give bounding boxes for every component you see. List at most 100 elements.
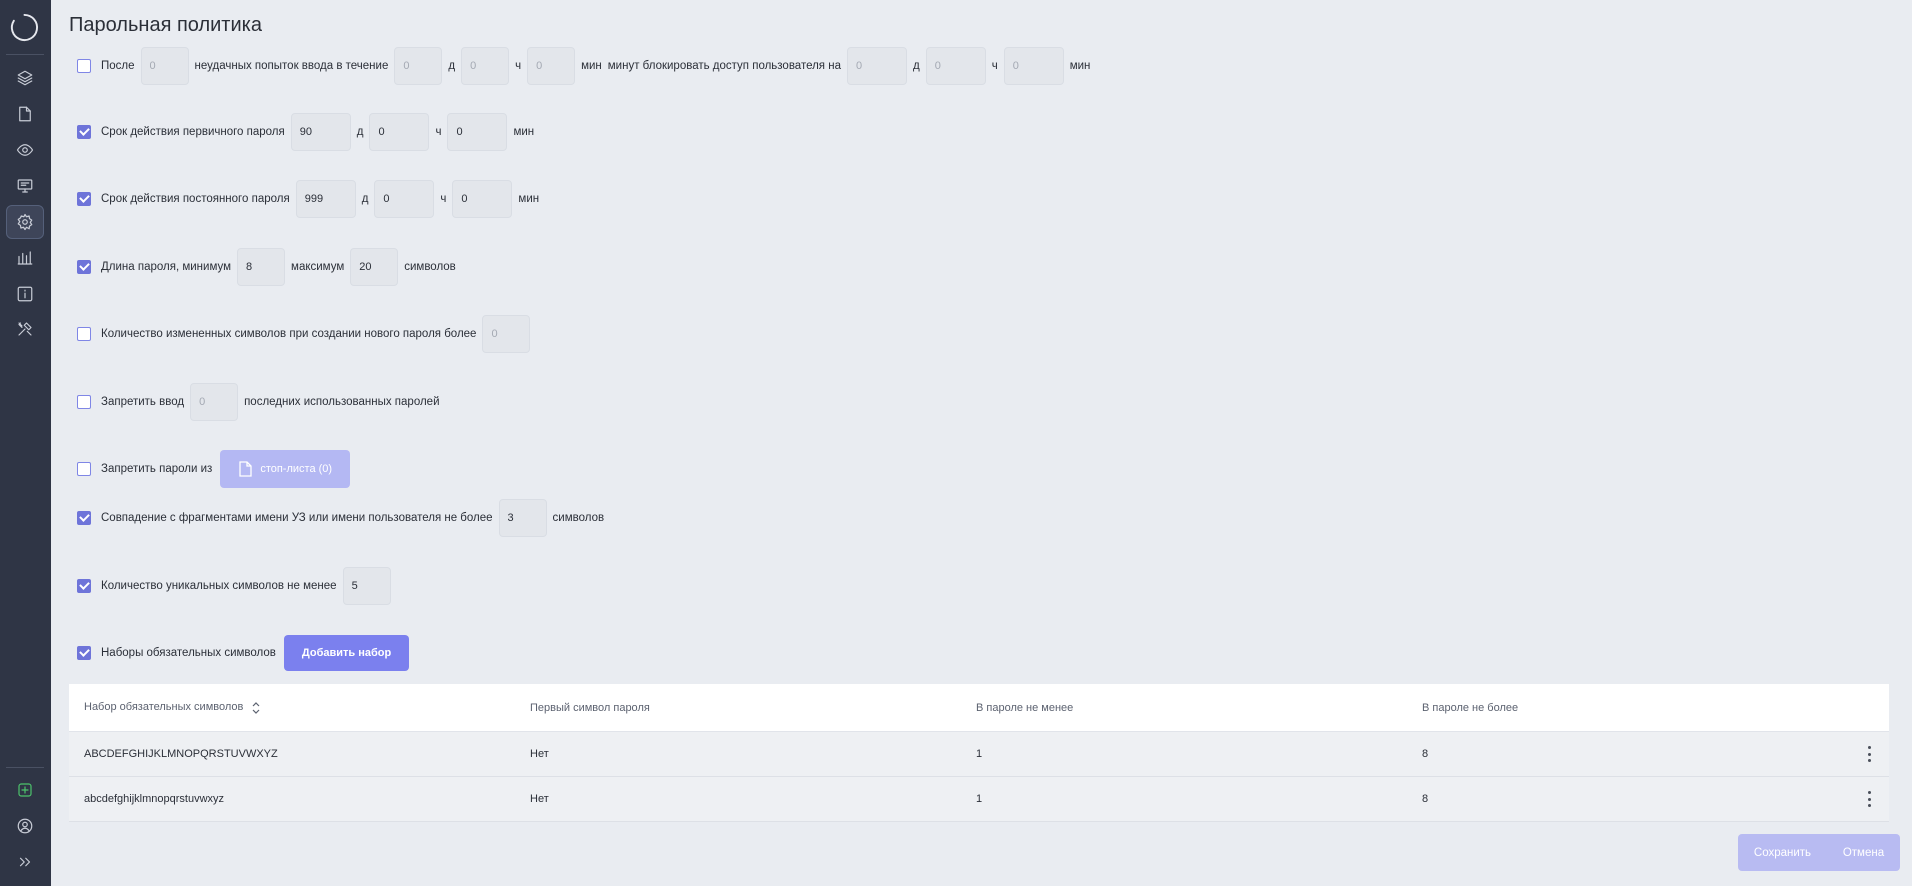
- info-icon: [17, 286, 33, 302]
- sort-icon: [253, 701, 260, 714]
- bar-chart-icon: [17, 251, 33, 265]
- changed-chars-label: Количество измененных символов при созда…: [101, 328, 477, 340]
- table-row[interactable]: ABCDEFGHIJKLMNOPQRSTUVWXYZ Нет 1 8: [69, 732, 1889, 777]
- length-max-label: максимум: [291, 261, 345, 273]
- required-sets-checkbox[interactable]: [77, 646, 91, 660]
- block-hours-input[interactable]: [925, 47, 986, 85]
- add-set-button[interactable]: Добавить набор: [283, 635, 410, 671]
- primary-password-checkbox[interactable]: [77, 125, 91, 139]
- table-cell: 8: [1422, 793, 1429, 805]
- permanent-minutes-input[interactable]: [452, 180, 513, 218]
- cancel-button[interactable]: Отмена: [1843, 847, 1884, 859]
- minutes-unit: мин: [518, 193, 540, 205]
- stoplist-row: Запретить пароли из стоп-листа (0): [77, 449, 351, 489]
- unique-chars-input[interactable]: [342, 567, 391, 605]
- length-max-input[interactable]: [350, 248, 399, 286]
- password-history-row: Запретить ввод последних использованных …: [77, 382, 440, 422]
- eye-icon: [16, 144, 34, 156]
- sidebar-item-info[interactable]: [6, 277, 44, 311]
- required-sets-label: Наборы обязательных символов: [101, 647, 276, 659]
- sidebar-item-files[interactable]: [6, 97, 44, 131]
- name-match-checkbox[interactable]: [77, 511, 91, 525]
- primary-days-input[interactable]: [290, 113, 351, 151]
- logo-icon: [10, 13, 39, 42]
- lockout-row: После неудачных попыток ввода в течение …: [77, 46, 1090, 86]
- row-menu-icon[interactable]: [1867, 791, 1871, 807]
- minutes-unit: мин: [1069, 60, 1091, 72]
- block-minutes-input[interactable]: [1003, 47, 1064, 85]
- name-match-label: Совпадение с фрагментами имени УЗ или им…: [101, 512, 493, 524]
- days-unit: д: [448, 60, 456, 72]
- symbols-unit: символов: [404, 261, 456, 273]
- lockout-mid-label: неудачных попыток ввода в течение: [194, 60, 389, 72]
- lockout-tail-label: минут блокировать доступ пользователя на: [607, 60, 841, 72]
- lockout-hours-input[interactable]: [461, 47, 510, 85]
- changed-chars-row: Количество измененных символов при созда…: [77, 314, 531, 354]
- sidebar-add-button[interactable]: [6, 773, 44, 807]
- unique-chars-checkbox[interactable]: [77, 579, 91, 593]
- expand-icon: [19, 857, 31, 867]
- sidebar-profile-button[interactable]: [6, 809, 44, 843]
- password-history-checkbox[interactable]: [77, 395, 91, 409]
- permanent-password-checkbox[interactable]: [77, 192, 91, 206]
- column-header-first-char: Первый символ пароля: [530, 701, 650, 714]
- table-cell: abcdefghijklmnopqrstuvwxyz: [84, 793, 225, 805]
- sidebar-expand-button[interactable]: [6, 845, 44, 879]
- primary-minutes-input[interactable]: [447, 113, 508, 151]
- password-length-label: Длина пароля, минимум: [101, 261, 232, 273]
- sidebar-item-layers[interactable]: [6, 61, 44, 95]
- column-header-max: В пароле не более: [1422, 701, 1519, 714]
- required-sets-row: Наборы обязательных символов Добавить на…: [77, 633, 410, 673]
- lockout-attempts-input[interactable]: [140, 47, 189, 85]
- plus-icon: [18, 783, 32, 797]
- permanent-password-label: Срок действия постоянного пароля: [101, 193, 290, 205]
- layers-icon: [17, 70, 33, 86]
- hours-unit: ч: [435, 126, 442, 138]
- password-length-checkbox[interactable]: [77, 260, 91, 274]
- sidebar-divider: [6, 767, 44, 768]
- monitor-icon: [17, 179, 33, 193]
- lockout-days-input[interactable]: [394, 47, 443, 85]
- primary-password-row: Срок действия первичного пароля д ч мин: [77, 112, 534, 152]
- table-cell: 1: [976, 748, 983, 760]
- row-menu-icon[interactable]: [1867, 746, 1871, 762]
- minutes-unit: мин: [581, 60, 602, 72]
- days-unit: д: [361, 193, 369, 205]
- gear-icon: [17, 213, 33, 231]
- column-header-label: Набор обязательных символов: [84, 701, 244, 714]
- sidebar-item-terminals[interactable]: [6, 169, 44, 203]
- block-days-input[interactable]: [846, 47, 907, 85]
- lockout-checkbox[interactable]: [77, 59, 91, 73]
- user-icon: [17, 818, 33, 834]
- permanent-hours-input[interactable]: [374, 180, 435, 218]
- sidebar-item-monitoring[interactable]: [6, 133, 44, 167]
- required-sets-table: Набор обязательных символов Первый симво…: [69, 684, 1889, 822]
- tools-icon: [18, 322, 32, 336]
- table-row[interactable]: abcdefghijklmnopqrstuvwxyz Нет 1 8: [69, 777, 1889, 822]
- primary-hours-input[interactable]: [369, 113, 430, 151]
- sidebar-item-tools[interactable]: [6, 312, 44, 346]
- folder-icon: [19, 106, 31, 122]
- save-button[interactable]: Сохранить: [1754, 847, 1811, 859]
- lockout-minutes-input[interactable]: [527, 47, 576, 85]
- sidebar-item-settings[interactable]: [6, 205, 44, 239]
- days-unit: д: [912, 60, 920, 72]
- symbols-unit: символов: [552, 512, 605, 524]
- length-min-input[interactable]: [237, 248, 286, 286]
- stoplist-checkbox[interactable]: [77, 462, 91, 476]
- unique-chars-label: Количество уникальных символов не менее: [101, 580, 337, 592]
- changed-chars-input[interactable]: [482, 315, 531, 353]
- table-cell: Нет: [530, 748, 549, 760]
- column-header-set[interactable]: Набор обязательных символов: [69, 701, 515, 713]
- table-cell: ABCDEFGHIJKLMNOPQRSTUVWXYZ: [84, 748, 278, 760]
- changed-chars-checkbox[interactable]: [77, 327, 91, 341]
- sidebar-item-reports[interactable]: [6, 241, 44, 275]
- password-history-input[interactable]: [190, 383, 239, 421]
- stoplist-button[interactable]: стоп-листа (0): [220, 450, 351, 488]
- name-match-input[interactable]: [498, 499, 547, 537]
- days-unit: д: [356, 126, 364, 138]
- sidebar-divider: [6, 54, 44, 55]
- hours-unit: ч: [515, 60, 522, 72]
- permanent-days-input[interactable]: [295, 180, 356, 218]
- table-cell: 8: [1422, 748, 1429, 760]
